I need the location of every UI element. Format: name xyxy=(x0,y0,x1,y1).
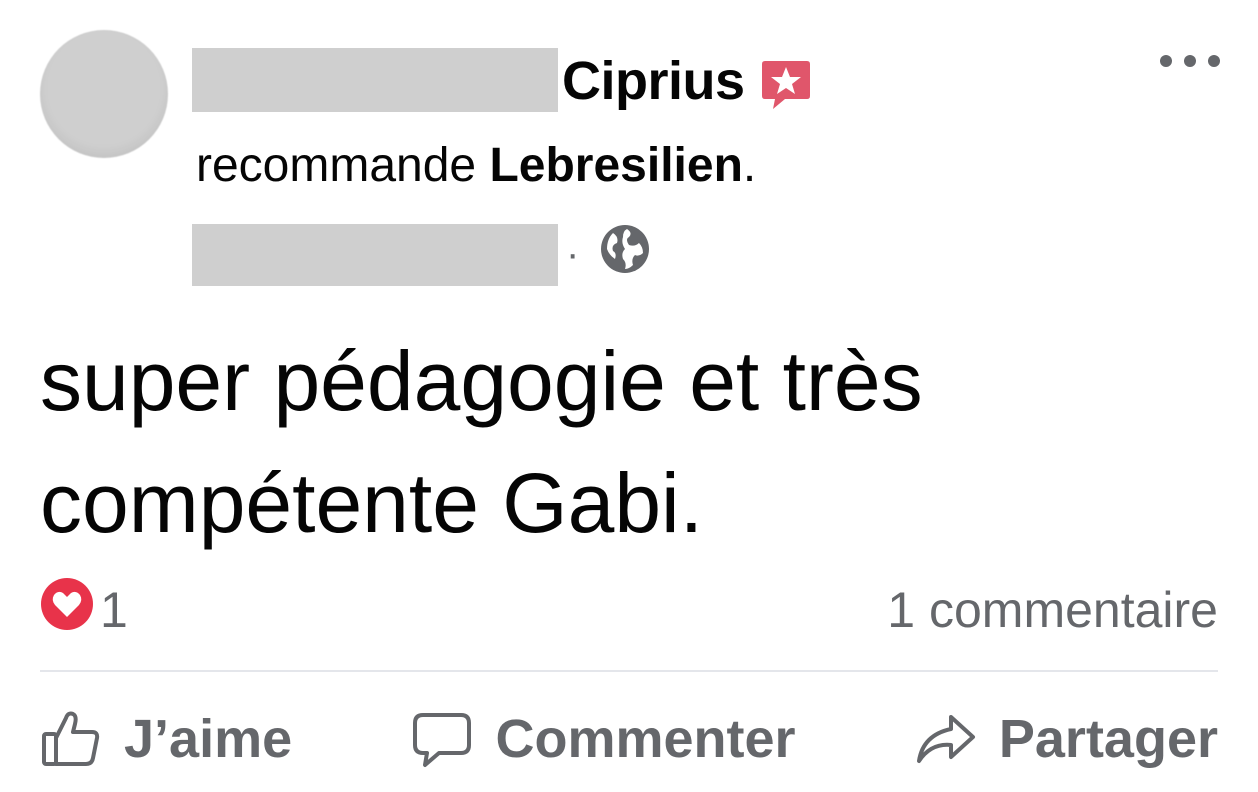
more-options-icon[interactable] xyxy=(1160,46,1220,76)
like-label: J’aime xyxy=(124,709,293,769)
post-meta: · xyxy=(566,224,651,284)
comment-label: Commenter xyxy=(495,709,796,769)
page-name-suffix: . xyxy=(742,139,757,192)
share-arrow-icon xyxy=(915,711,977,767)
recommendation-verb: recommande xyxy=(196,139,477,192)
like-button[interactable]: J’aime xyxy=(40,708,292,770)
star-speech-bubble-icon xyxy=(761,59,811,111)
reactions-summary[interactable]: 1 xyxy=(40,577,128,643)
recommendation-line: recommande Lebresilien. xyxy=(196,138,756,193)
divider xyxy=(40,670,1218,672)
more-dot xyxy=(1208,55,1220,67)
author-name[interactable]: Ciprius xyxy=(562,50,745,112)
action-bar: J’aime Commenter Partager xyxy=(40,694,1218,784)
share-button[interactable]: Partager xyxy=(915,708,1218,770)
comment-icon xyxy=(411,709,473,769)
avatar[interactable] xyxy=(40,30,168,158)
page-name-link[interactable]: Lebresilien xyxy=(489,139,742,192)
more-dot xyxy=(1184,55,1196,67)
love-reaction-icon xyxy=(40,577,94,643)
redacted-author-name xyxy=(192,48,558,112)
comment-button[interactable]: Commenter xyxy=(411,708,796,770)
reaction-count: 1 xyxy=(100,582,128,638)
more-dot xyxy=(1160,55,1172,67)
thumbs-up-icon xyxy=(40,708,102,770)
share-label: Partager xyxy=(998,709,1218,769)
redacted-timestamp xyxy=(192,224,558,286)
post-text: super pédagogie et très compétente Gabi. xyxy=(40,334,923,550)
author-name-line: Ciprius xyxy=(562,46,811,116)
comment-count[interactable]: 1 commentaire xyxy=(887,581,1218,639)
post-stats: 1 1 commentaire xyxy=(40,577,1218,643)
meta-separator: · xyxy=(566,231,580,276)
globe-icon[interactable] xyxy=(599,223,651,285)
